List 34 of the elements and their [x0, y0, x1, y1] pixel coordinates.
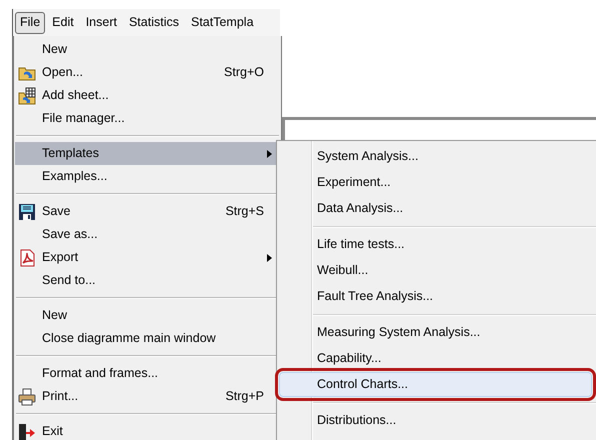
submenu-item[interactable]: Life time tests...: [279, 232, 592, 257]
submenu-arrow-icon: [267, 150, 272, 158]
submenu-item[interactable]: Data Analysis...: [279, 196, 592, 221]
menu-item[interactable]: Close diagramme main window: [15, 327, 280, 350]
submenu-item[interactable]: Weibull...: [279, 258, 592, 283]
submenu-item[interactable]: Capability...: [279, 346, 592, 371]
menu-item[interactable]: Export: [15, 246, 280, 269]
submenu-arrow-icon: [267, 254, 272, 262]
menu-item[interactable]: Open... Strg+O: [15, 61, 280, 84]
pdf-document-icon: [18, 248, 36, 266]
menu-bar-item[interactable]: Edit: [47, 12, 79, 34]
menu-item[interactable]: Format and frames...: [15, 362, 280, 385]
submenu-item[interactable]: System Analysis...: [279, 144, 592, 169]
menu-item[interactable]: New: [15, 38, 280, 61]
menu-item[interactable]: Save Strg+S: [15, 200, 280, 223]
menu-bar-item[interactable]: File: [15, 12, 46, 34]
menu-item[interactable]: File manager...: [15, 107, 280, 130]
submenu-item[interactable]: Measuring System Analysis...: [279, 320, 592, 345]
printer-icon: [18, 388, 36, 406]
sheet-folder-icon: [18, 86, 36, 104]
submenu-item[interactable]: Experiment...: [279, 170, 592, 195]
menu-item[interactable]: Save as...: [15, 223, 280, 246]
submenu-item[interactable]: Distributions...: [279, 408, 592, 433]
menu-bar-item[interactable]: Statistics: [124, 12, 184, 34]
menu-item[interactable]: Add sheet...: [15, 84, 280, 107]
menu-item[interactable]: Print... Strg+P: [15, 385, 280, 408]
exit-door-icon: [18, 422, 36, 440]
menu-item[interactable]: New: [15, 304, 280, 327]
menu-bar-item[interactable]: Insert: [80, 12, 122, 34]
menu-item[interactable]: Examples...: [15, 165, 280, 188]
menu-item[interactable]: Exit: [15, 420, 280, 440]
menu-bar-item[interactable]: StatTempla: [186, 12, 259, 34]
menu-item[interactable]: Send to...: [15, 269, 280, 292]
submenu-item[interactable]: Fault Tree Analysis...: [279, 284, 592, 309]
